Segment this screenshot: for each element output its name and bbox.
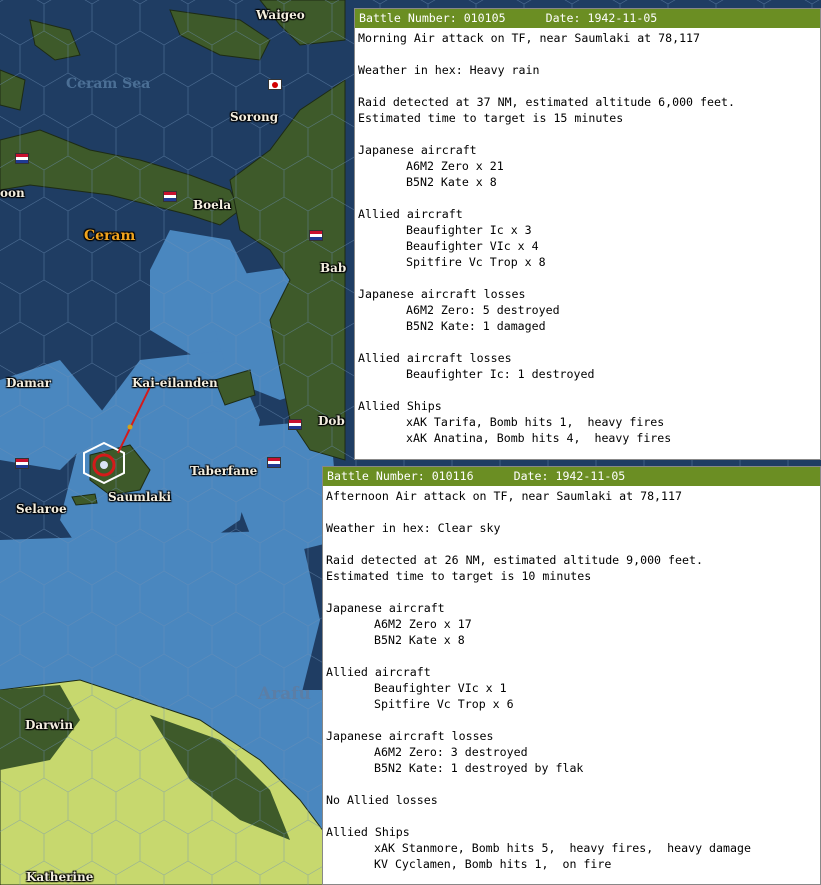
report-line: Allied aircraft xyxy=(358,207,463,221)
label-ceram: Ceram xyxy=(84,228,136,244)
report-blank-line xyxy=(358,78,817,94)
label-boela: Boela xyxy=(193,198,232,212)
report-line: Spitfire Vc Trop x 6 xyxy=(374,697,514,711)
allied-base-icon[interactable] xyxy=(163,191,177,202)
label-katherine: Katherine xyxy=(26,870,94,884)
report-line: Afternoon Air attack on TF, near Saumlak… xyxy=(326,489,682,503)
report-line: A6M2 Zero: 5 destroyed xyxy=(406,303,560,317)
report-2-date: Date: 1942-11-05 xyxy=(513,469,626,483)
label-saumlaki: Saumlaki xyxy=(108,490,172,504)
label-oon: oon xyxy=(0,186,25,200)
report-line: Spitfire Vc Trop x 8 xyxy=(406,255,546,269)
report-line: Allied Ships xyxy=(358,399,442,413)
airbase-dot xyxy=(127,424,133,430)
report-blank-line xyxy=(358,382,817,398)
report-2-header: Battle Number: 010116 Date: 1942-11-05 xyxy=(323,467,820,486)
report-line: A6M2 Zero x 21 xyxy=(406,159,504,173)
report-line: Weather in hex: Clear sky xyxy=(326,521,501,535)
label-waigeo: Waigeo xyxy=(256,8,305,22)
report-blank-line xyxy=(326,808,817,824)
report-line: B5N2 Kate x 8 xyxy=(406,175,497,189)
label-dob: Dob xyxy=(318,414,345,428)
label-ceram-sea: Ceram Sea xyxy=(66,76,151,92)
label-sorong: Sorong xyxy=(230,110,279,124)
report-line: B5N2 Kate x 8 xyxy=(374,633,465,647)
report-line: Beaufighter Ic x 3 xyxy=(406,223,532,237)
report-blank-line xyxy=(326,776,817,792)
report-line: Estimated time to target is 15 minutes xyxy=(358,111,624,125)
report-line: Japanese aircraft losses xyxy=(326,729,494,743)
report-2-body: Afternoon Air attack on TF, near Saumlak… xyxy=(323,486,820,874)
report-line: No Allied losses xyxy=(326,793,438,807)
report-blank-line xyxy=(358,334,817,350)
japanese-base-icon[interactable] xyxy=(268,79,282,90)
report-line: Beaufighter VIc x 1 xyxy=(374,681,507,695)
report-line: Raid detected at 37 NM, estimated altitu… xyxy=(358,95,735,109)
report-line: Weather in hex: Heavy rain xyxy=(358,63,540,77)
report-line: Raid detected at 26 NM, estimated altitu… xyxy=(326,553,703,567)
report-line: KV Cyclamen, Bomb hits 1, on fire xyxy=(374,857,612,871)
report-line: B5N2 Kate: 1 destroyed by flak xyxy=(374,761,584,775)
report-line: Japanese aircraft xyxy=(326,601,445,615)
report-blank-line xyxy=(326,712,817,728)
allied-base-icon[interactable] xyxy=(15,153,29,164)
label-kai-eilanden: Kai-eilanden xyxy=(132,376,218,390)
label-selaroe: Selaroe xyxy=(16,502,67,516)
report-1-battle-number: Battle Number: 010105 xyxy=(359,11,506,25)
report-blank-line xyxy=(358,190,817,206)
report-line: Estimated time to target is 10 minutes xyxy=(326,569,592,583)
label-bab: Bab xyxy=(320,261,347,275)
report-blank-line xyxy=(326,584,817,600)
report-line: B5N2 Kate: 1 damaged xyxy=(406,319,546,333)
report-line: Beaufighter VIc x 4 xyxy=(406,239,539,253)
report-1-body: Morning Air attack on TF, near Saumlaki … xyxy=(355,28,820,448)
report-2-battle-number: Battle Number: 010116 xyxy=(327,469,474,483)
allied-base-icon[interactable] xyxy=(309,230,323,241)
report-line: Morning Air attack on TF, near Saumlaki … xyxy=(358,31,701,45)
label-damar: Damar xyxy=(6,376,51,390)
allied-base-icon[interactable] xyxy=(288,419,302,430)
report-blank-line xyxy=(358,126,817,142)
report-line: xAK Anatina, Bomb hits 4, heavy fires xyxy=(406,431,672,445)
report-line: Japanese aircraft losses xyxy=(358,287,526,301)
report-line: A6M2 Zero: 3 destroyed xyxy=(374,745,528,759)
report-line: xAK Tarifa, Bomb hits 1, heavy fires xyxy=(406,415,665,429)
report-line: Beaufighter Ic: 1 destroyed xyxy=(406,367,595,381)
report-blank-line xyxy=(358,270,817,286)
report-line: Allied Ships xyxy=(326,825,410,839)
report-line: Allied aircraft xyxy=(326,665,431,679)
report-line: A6M2 Zero x 17 xyxy=(374,617,472,631)
report-line: Allied aircraft losses xyxy=(358,351,512,365)
report-line: Japanese aircraft xyxy=(358,143,477,157)
report-blank-line xyxy=(358,46,817,62)
report-1-date: Date: 1942-11-05 xyxy=(545,11,658,25)
label-arafura: Arafu xyxy=(258,684,311,704)
label-darwin: Darwin xyxy=(25,718,74,732)
report-line: xAK Stanmore, Bomb hits 5, heavy fires, … xyxy=(374,841,751,855)
report-1-header: Battle Number: 010105 Date: 1942-11-05 xyxy=(355,9,820,28)
report-blank-line xyxy=(326,536,817,552)
label-taberfane: Taberfane xyxy=(190,464,258,478)
combat-report-2: Battle Number: 010116 Date: 1942-11-05 A… xyxy=(322,466,821,885)
report-blank-line xyxy=(326,504,817,520)
report-blank-line xyxy=(326,648,817,664)
combat-report-1: Battle Number: 010105 Date: 1942-11-05 M… xyxy=(354,8,821,460)
allied-base-icon[interactable] xyxy=(267,457,281,468)
allied-base-icon[interactable] xyxy=(15,458,29,469)
